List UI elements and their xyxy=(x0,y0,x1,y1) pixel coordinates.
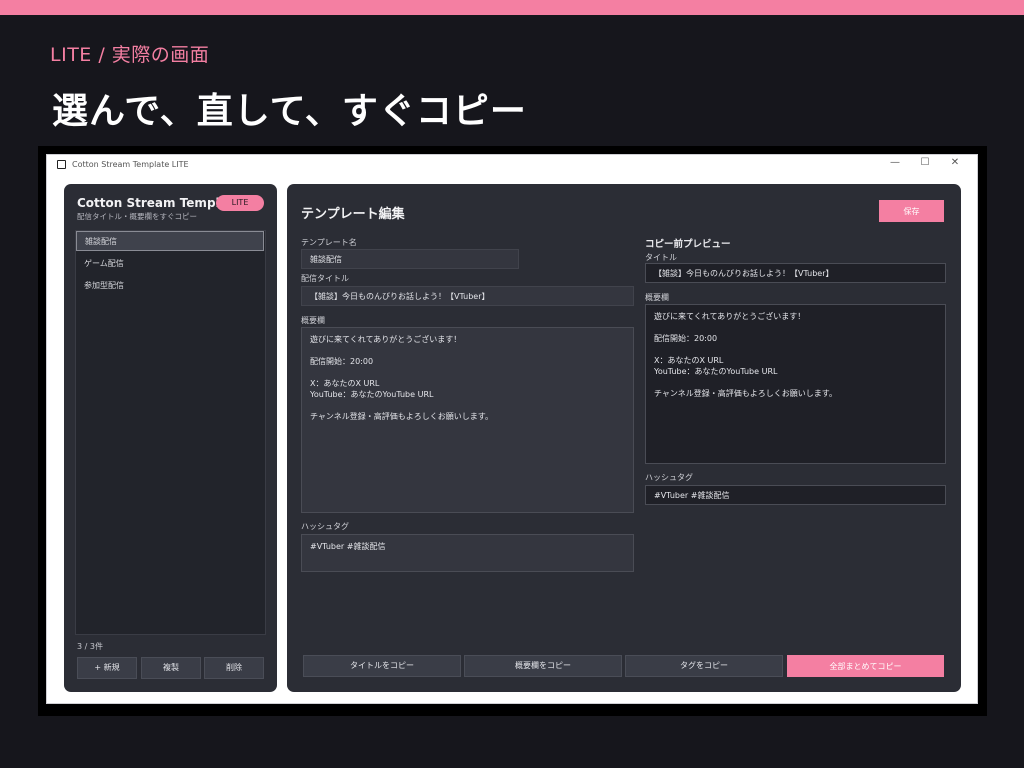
template-item-game[interactable]: ゲーム配信 xyxy=(76,254,264,274)
minimize-icon[interactable]: — xyxy=(885,157,905,168)
description-line xyxy=(310,345,625,356)
preview-hashtags: #VTuber #雑談配信 xyxy=(645,485,946,505)
preview-line: YouTube：あなたのYouTube URL xyxy=(654,367,778,376)
stream-title-input[interactable]: 【雑談】今日ものんびりお話しよう！【VTuber】 xyxy=(301,286,634,306)
preview-title: 【雑談】今日ものんびりお話しよう！【VTuber】 xyxy=(645,263,946,283)
copy-tags-button[interactable]: タグをコピー xyxy=(625,655,783,677)
description-line: YouTube：あなたのYouTube URL xyxy=(310,390,434,399)
preview-line xyxy=(654,322,937,333)
preview-line xyxy=(654,344,937,355)
copy-all-button[interactable]: 全部まとめてコピー xyxy=(787,655,944,677)
preview-line: 遊びに来てくれてありがとうございます！ xyxy=(654,312,806,321)
description-line xyxy=(310,367,625,378)
preview-hashtag-label: ハッシュタグ xyxy=(645,473,693,482)
slide-kicker: LITE / 実際の画面 xyxy=(50,44,210,66)
description-line xyxy=(310,400,625,411)
window-titlebar: Cotton Stream Template LITE — ☐ ✕ xyxy=(47,155,977,173)
hashtag-textarea[interactable]: #VTuber #雑談配信 xyxy=(301,534,634,572)
app-icon xyxy=(57,159,66,169)
preview-line xyxy=(654,377,937,388)
description-line: 配信開始：20:00 xyxy=(310,357,374,366)
new-template-button[interactable]: + 新規 xyxy=(77,657,137,679)
description-line: X：あなたのX URL xyxy=(310,379,380,388)
lite-badge: LITE xyxy=(216,195,264,211)
template-item-participation[interactable]: 参加型配信 xyxy=(76,276,264,296)
copy-title-button[interactable]: タイトルをコピー xyxy=(303,655,461,677)
preview-description-label: 概要欄 xyxy=(645,293,669,302)
window-title: Cotton Stream Template LITE xyxy=(72,159,189,169)
preview-description: 遊びに来てくれてありがとうございます！ 配信開始：20:00 X：あなたのX U… xyxy=(645,304,946,464)
description-line: 遊びに来てくれてありがとうございます！ xyxy=(310,335,462,344)
duplicate-button[interactable]: 複製 xyxy=(141,657,201,679)
preview-line: X：あなたのX URL xyxy=(654,356,724,365)
hashtag-value: #VTuber #雑談配信 xyxy=(310,542,386,551)
copy-description-button[interactable]: 概要欄をコピー xyxy=(464,655,622,677)
template-count: 3 / 3件 xyxy=(77,642,103,651)
delete-button[interactable]: 削除 xyxy=(204,657,264,679)
slide-headline: 選んで、直して、すぐコピー xyxy=(52,91,527,132)
description-line: チャンネル登録・高評価もよろしくお願いします。 xyxy=(310,412,493,421)
maximize-icon[interactable]: ☐ xyxy=(915,157,935,168)
description-textarea[interactable]: 遊びに来てくれてありがとうございます！ 配信開始：20:00 X：あなたのX U… xyxy=(301,327,634,513)
description-label: 概要欄 xyxy=(301,316,325,325)
template-name-label: テンプレート名 xyxy=(301,238,357,247)
stream-title-label: 配信タイトル xyxy=(301,274,349,283)
editor-heading: テンプレート編集 xyxy=(301,207,405,222)
hashtag-label: ハッシュタグ xyxy=(301,522,349,531)
template-name-input[interactable]: 雑談配信 xyxy=(301,249,519,269)
preview-line: チャンネル登録・高評価もよろしくお願いします。 xyxy=(654,389,837,398)
preview-heading: コピー前プレビュー xyxy=(645,239,731,250)
top-accent-bar xyxy=(0,0,1024,15)
template-item-zatsudan[interactable]: 雑談配信 xyxy=(76,231,264,251)
close-icon[interactable]: ✕ xyxy=(945,157,965,168)
save-button[interactable]: 保存 xyxy=(879,200,944,222)
app-subtitle: 配信タイトル・概要欄をすぐコピー xyxy=(77,212,197,221)
preview-title-label: タイトル xyxy=(645,253,677,262)
preview-line: 配信開始：20:00 xyxy=(654,334,718,343)
